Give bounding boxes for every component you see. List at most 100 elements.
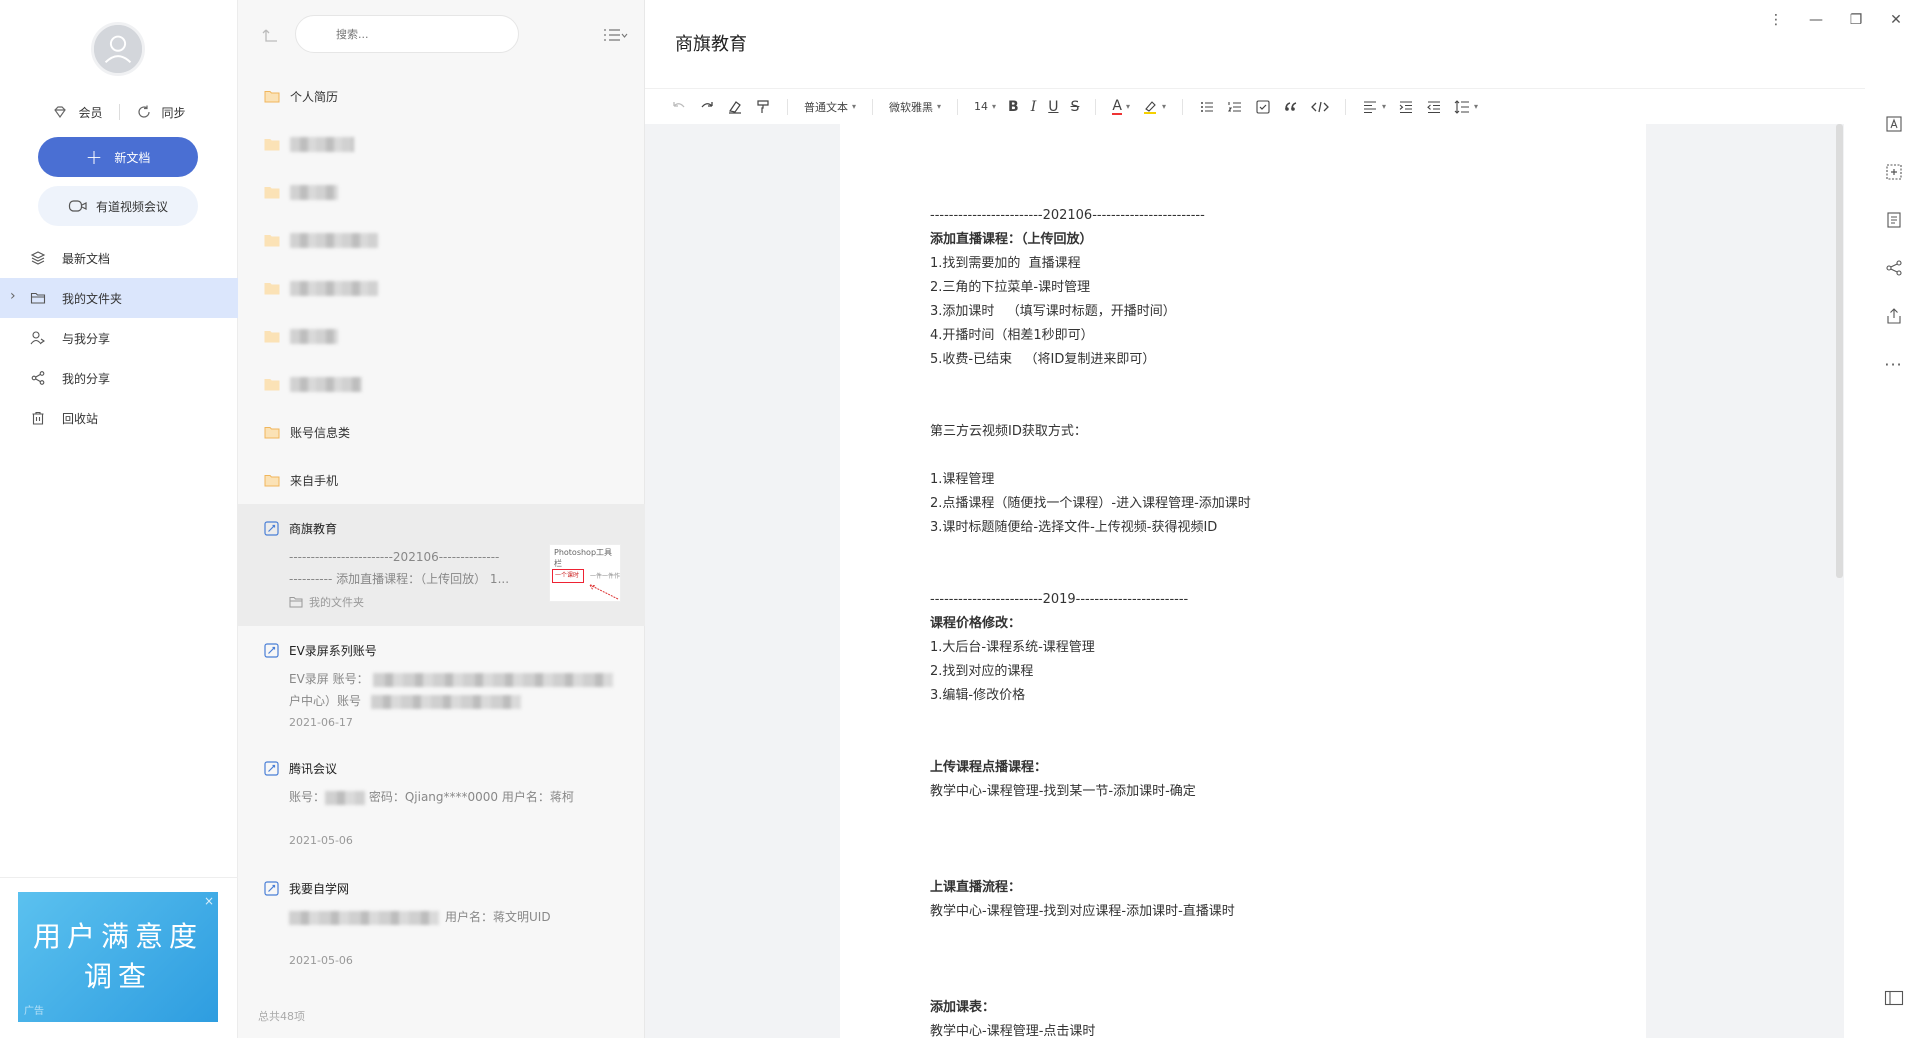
sidebar-item-my-folders[interactable]: 我的文件夹 (0, 278, 238, 318)
font-family-select[interactable]: 微软雅黑 ▾ (883, 93, 947, 121)
bold-button[interactable]: B (1002, 93, 1025, 121)
sidebar-item-recent[interactable]: 最新文档 (0, 238, 238, 278)
vip-button[interactable]: 会员 (52, 104, 103, 121)
document-paragraph[interactable] (930, 564, 1556, 588)
document-paragraph[interactable] (930, 444, 1556, 468)
font-color-button[interactable]: A ▾ (1106, 93, 1136, 121)
sync-button[interactable]: 同步 (136, 104, 186, 121)
document-paragraph[interactable]: 1.大后台-课程系统-课程管理 (930, 636, 1556, 660)
document-paragraph[interactable]: 添加直播课程：（上传回放） (930, 228, 1556, 252)
document-paragraph[interactable]: 上传课程点播课程： (930, 756, 1556, 780)
numbered-list-button[interactable] (1221, 93, 1249, 121)
document-paragraph[interactable] (930, 972, 1556, 996)
sidebar-item-shared-with-me[interactable]: 与我分享 (0, 318, 238, 358)
document-paragraph[interactable] (930, 804, 1556, 828)
document-paragraph[interactable] (930, 396, 1556, 420)
document-title-heading[interactable]: 商旗教育 (675, 30, 747, 56)
folder-item[interactable]: 账号信息类 (238, 408, 645, 456)
font-size-select[interactable]: 14 ▾ (968, 93, 1002, 121)
document-paragraph[interactable]: 教学中心-课程管理-找到对应课程-添加课时-直播课时 (930, 900, 1556, 924)
more-options-button[interactable]: ··· (1871, 340, 1916, 388)
document-paragraph[interactable]: 第三方云视频ID获取方式： (930, 420, 1556, 444)
document-paragraph[interactable]: 2.三角的下拉菜单-课时管理 (930, 276, 1556, 300)
document-paragraph[interactable]: 1.找到需要加的 直播课程 (930, 252, 1556, 276)
list-view-toggle-icon[interactable] (602, 26, 628, 44)
document-item[interactable]: 腾讯会议 账号： 密码：Qjiang****0000 用户名：蒋柯 2021-0… (238, 744, 645, 864)
format-painter-button[interactable] (749, 93, 777, 121)
folder-item[interactable] (238, 312, 645, 360)
document-paragraph[interactable]: 教学中心-课程管理-找到某一节-添加课时-确定 (930, 780, 1556, 804)
clear-format-button[interactable] (721, 93, 749, 121)
document-paragraph[interactable]: ------------------------2019------------… (930, 588, 1556, 612)
document-item[interactable]: EV录屏系列账号 EV录屏 账号： 户中心）账号 2021-06-17 (238, 626, 645, 744)
document-paragraph[interactable]: 2.找到对应的课程 (930, 660, 1556, 684)
document-paragraph[interactable] (930, 852, 1556, 876)
line-height-button[interactable]: ▾ (1448, 93, 1484, 121)
document-paragraph[interactable]: 3.添加课时 （填写课时标题，开播时间） (930, 300, 1556, 324)
insert-button[interactable] (1871, 148, 1916, 196)
paragraph-style-select[interactable]: 普通文本 ▾ (798, 93, 862, 121)
undo-button[interactable] (665, 93, 693, 121)
more-menu-icon[interactable]: ⋮ (1756, 0, 1796, 40)
document-paragraph[interactable] (930, 948, 1556, 972)
ad-line1: 用户满意度 (32, 920, 203, 953)
close-icon[interactable]: × (204, 894, 214, 908)
folder-item[interactable] (238, 216, 645, 264)
highlight-button[interactable]: ▾ (1136, 93, 1172, 121)
code-button[interactable] (1305, 93, 1335, 121)
document-item[interactable]: 我要自学网 用户名：蒋文明UID 2021-05-06 (238, 864, 645, 984)
doc-info-button[interactable] (1871, 196, 1916, 244)
align-button[interactable]: ▾ (1356, 93, 1392, 121)
search-input[interactable] (295, 15, 519, 53)
export-button[interactable] (1871, 292, 1916, 340)
video-meeting-button[interactable]: 有道视频会议 (38, 186, 198, 226)
share-button[interactable] (1871, 244, 1916, 292)
folder-item[interactable]: 个人简历 (238, 72, 645, 120)
editor-scrollbar[interactable] (1836, 124, 1843, 578)
document-paragraph[interactable] (930, 540, 1556, 564)
document-item[interactable]: 商旗教育 ------------------------202106-----… (238, 504, 645, 626)
toggle-panel-button[interactable] (1874, 980, 1914, 1016)
document-paragraph[interactable]: 3.课时标题随便给-选择文件-上传视频-获得视频ID (930, 516, 1556, 540)
document-paragraph[interactable] (930, 924, 1556, 948)
document-paragraph[interactable]: 1.课程管理 (930, 468, 1556, 492)
document-paragraph[interactable]: 教学中心-课程管理-点击课时 (930, 1020, 1556, 1038)
document-paragraph[interactable]: ------------------------202106----------… (930, 204, 1556, 228)
minimize-icon[interactable]: — (1796, 0, 1836, 40)
document-paragraph[interactable]: 4.开播时间（相差1秒即可） (930, 324, 1556, 348)
bullet-list-button[interactable] (1193, 93, 1221, 121)
sidebar-item-my-shares[interactable]: 我的分享 (0, 358, 238, 398)
sidebar-item-trash[interactable]: 回收站 (0, 398, 238, 438)
document-paragraph[interactable]: 3.编辑-修改价格 (930, 684, 1556, 708)
redo-button[interactable] (693, 93, 721, 121)
strikethrough-button[interactable]: S (1065, 93, 1086, 121)
avatar[interactable] (91, 22, 145, 76)
document-paragraph[interactable]: 5.收费-已结束 （将ID复制进来即可） (930, 348, 1556, 372)
close-icon[interactable]: ✕ (1876, 0, 1916, 40)
document-paragraph[interactable]: 2.点播课程（随便找一个课程）-进入课程管理-添加课时 (930, 492, 1556, 516)
document-paragraph[interactable] (930, 372, 1556, 396)
italic-button[interactable]: I (1025, 93, 1043, 121)
folder-item[interactable] (238, 168, 645, 216)
folder-item[interactable] (238, 120, 645, 168)
new-document-button[interactable]: + 新文档 (38, 137, 198, 177)
checklist-button[interactable] (1249, 93, 1277, 121)
document-paragraph[interactable] (930, 708, 1556, 732)
document-paragraph[interactable]: 上课直播流程： (930, 876, 1556, 900)
indent-decrease-button[interactable] (1420, 93, 1448, 121)
folder-item[interactable]: 来自手机 (238, 456, 645, 504)
quote-button[interactable] (1277, 93, 1305, 121)
folder-item[interactable] (238, 264, 645, 312)
document-paragraph[interactable] (930, 828, 1556, 852)
document-paragraph[interactable]: 添加课表： (930, 996, 1556, 1020)
document-paragraph[interactable]: 课程价格修改： (930, 612, 1556, 636)
document-paragraph[interactable] (930, 732, 1556, 756)
underline-button[interactable]: U (1042, 93, 1064, 121)
document-page[interactable]: ------------------------202106----------… (840, 124, 1646, 1038)
indent-increase-button[interactable] (1392, 93, 1420, 121)
maximize-icon[interactable]: ❐ (1836, 0, 1876, 40)
folder-item[interactable] (238, 360, 645, 408)
go-up-icon[interactable] (262, 26, 280, 44)
survey-ad-banner[interactable]: × 用户满意度 调查 广告 (18, 892, 218, 1022)
outline-button[interactable] (1871, 100, 1916, 148)
